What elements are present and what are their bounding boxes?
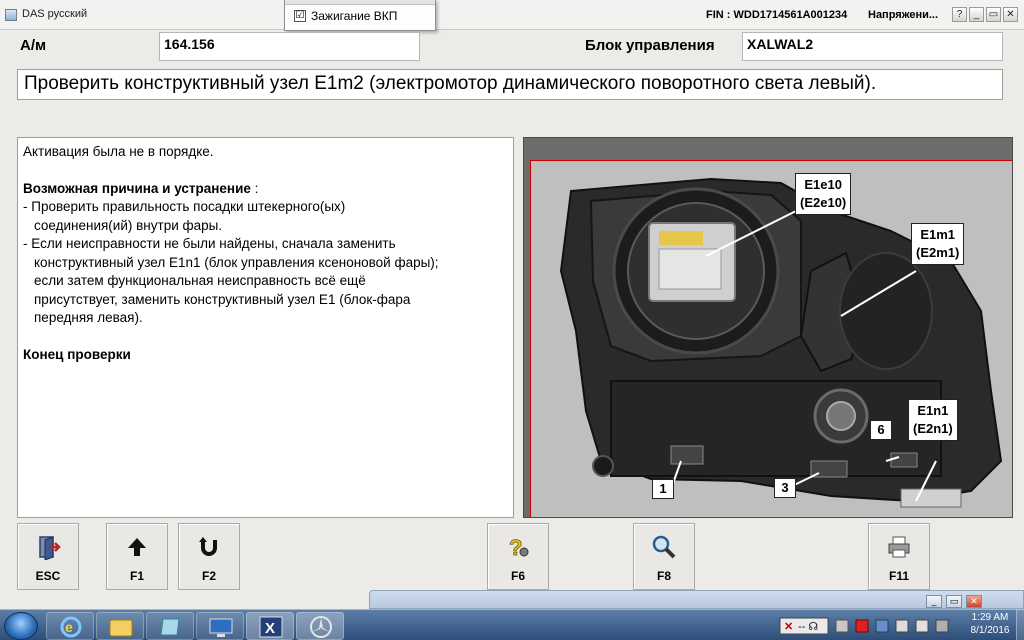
ecu-field: XALWAL2	[742, 32, 1003, 61]
instruction-text: Проверить конструктивный узел E1m2 (элек…	[17, 69, 1003, 100]
u-turn-icon	[199, 537, 217, 556]
arrow-up-icon	[128, 538, 146, 556]
f11-button[interactable]: F11	[868, 523, 930, 590]
child-close-button[interactable]: ✕	[966, 595, 982, 608]
minimize-button[interactable]: _	[969, 7, 984, 22]
fin-label: FIN : WDD1714561A001234	[706, 9, 848, 21]
svg-text:?: ?	[509, 535, 522, 560]
f1-label: F1	[129, 569, 144, 583]
cause-heading-text: Возможная причина и устранение	[23, 180, 251, 196]
remote-desktop-icon	[209, 618, 233, 637]
callout-connector-6: 6	[870, 420, 892, 440]
f2-label: F2	[201, 569, 216, 583]
clock-time[interactable]: 1:29 AM	[964, 612, 1016, 623]
diagnosis-text-panel: Активация была не в порядке. Возможная п…	[17, 137, 514, 518]
callout-e1n1: E1n1 (E2n1)	[908, 399, 958, 441]
activation-status-text: Активация была не в порядке.	[23, 144, 214, 159]
voltage-label[interactable]: Напряжени...	[868, 9, 938, 21]
app-icon	[5, 9, 17, 21]
callout-e1m1: E1m1 (E2m1)	[911, 223, 965, 265]
callout-e1e10-line1: E1e10	[804, 177, 842, 192]
close-button[interactable]: ✕	[1003, 7, 1018, 22]
title-bar: DAS русский FIN : WDD1714561A001234 Напр…	[0, 0, 1024, 30]
notepad-icon	[160, 618, 180, 636]
ignition-label[interactable]: Зажигание ВКП	[311, 9, 397, 23]
magnifier-icon	[652, 535, 676, 559]
vehicle-field: 164.156	[159, 32, 420, 61]
system-tray: ✕ -- ☊	[772, 612, 972, 640]
remedy-line: - Если неисправности не были найдены, сн…	[23, 236, 396, 251]
xentry-icon: X	[259, 616, 283, 638]
callout-e1e10-line2: (E2e10)	[800, 195, 847, 210]
clock-date[interactable]: 8/1/2016	[964, 625, 1016, 636]
remedy-line: если затем функциональная неисправность …	[34, 273, 366, 288]
taskbar-notepad[interactable]	[146, 612, 194, 640]
svg-text:✕: ✕	[784, 621, 793, 633]
cause-heading-suffix: :	[250, 180, 259, 196]
help-button[interactable]: ?	[952, 7, 967, 22]
f2-button[interactable]: F2	[178, 523, 240, 590]
callout-connector-1: 1	[652, 479, 674, 499]
printer-icon	[888, 536, 910, 558]
exit-door-icon	[39, 536, 61, 560]
restore-button[interactable]: ▭	[986, 7, 1001, 22]
remedy-line: соединения(ий) внутри фары.	[34, 217, 223, 233]
headlamp-photo: E1e10 (E2e10) E1m1 (E2m1) E1n1 (E2n1) 6 …	[530, 160, 1012, 517]
svg-text:X: X	[265, 620, 275, 637]
ignition-checkbox[interactable]: ☑	[294, 10, 306, 22]
window-title: DAS русский	[22, 8, 88, 20]
callout-connector-3: 3	[774, 478, 796, 498]
callout-e1m1-line1: E1m1	[920, 227, 956, 242]
component-image-panel: E1e10 (E2e10) E1m1 (E2m1) E1n1 (E2n1) 6 …	[523, 137, 1013, 518]
explorer-folder-icon	[109, 619, 133, 637]
taskbar-internet-explorer[interactable]: e	[46, 612, 94, 640]
taskbar: e X ✕ -- ☊	[0, 609, 1024, 640]
esc-label: ESC	[35, 569, 61, 583]
f11-label: F11	[888, 569, 909, 583]
mercedes-star-icon	[310, 616, 332, 638]
dropdown-cap	[285, 0, 435, 5]
child-window-titlebar[interactable]: _ ▭ ✕	[369, 590, 1024, 609]
esc-button[interactable]: ESC	[17, 523, 79, 590]
ecu-label: Блок управления	[585, 37, 715, 54]
headlamp-illustration	[559, 177, 1003, 508]
child-minimize-button[interactable]: _	[926, 595, 942, 608]
remedy-line: передняя левая).	[34, 310, 143, 325]
taskbar-xentry[interactable]: X	[246, 612, 294, 640]
f6-label: F6	[510, 569, 525, 583]
f6-button[interactable]: ? F6	[487, 523, 549, 590]
ignition-dropdown: ☑ Зажигание ВКП	[284, 0, 436, 31]
svg-text:e: e	[65, 619, 73, 635]
remedy-line: - Проверить правильность посадки штекерн…	[23, 199, 346, 214]
end-of-test-text: Конец проверки	[23, 346, 131, 362]
help-question-icon: ?	[509, 535, 529, 560]
f8-button[interactable]: F8	[633, 523, 695, 590]
vehicle-label: А/м	[20, 37, 47, 54]
tray-icons: ✕ -- ☊	[779, 617, 949, 635]
start-button[interactable]	[4, 612, 38, 640]
taskbar-remote-desktop[interactable]	[196, 612, 244, 640]
svg-text:-- ☊: -- ☊	[798, 621, 818, 633]
cause-heading: Возможная причина и устранение :	[23, 180, 508, 199]
taskbar-das[interactable]	[296, 612, 344, 640]
callout-e1n1-line1: E1n1	[917, 403, 949, 418]
callout-e1e10: E1e10 (E2e10)	[795, 173, 852, 215]
f8-label: F8	[656, 569, 671, 583]
remedy-line: конструктивный узел E1n1 (блок управлени…	[34, 254, 439, 270]
show-desktop-button[interactable]	[1016, 609, 1024, 640]
f1-button[interactable]: F1	[106, 523, 168, 590]
remedy-line: присутствует, заменить конструктивный уз…	[34, 291, 411, 307]
taskbar-explorer[interactable]	[96, 612, 144, 640]
callout-e1m1-line2: (E2m1)	[916, 245, 960, 260]
child-restore-button[interactable]: ▭	[946, 595, 962, 608]
internet-explorer-icon: e	[60, 616, 82, 638]
callout-e1n1-line2: (E2n1)	[913, 421, 953, 436]
